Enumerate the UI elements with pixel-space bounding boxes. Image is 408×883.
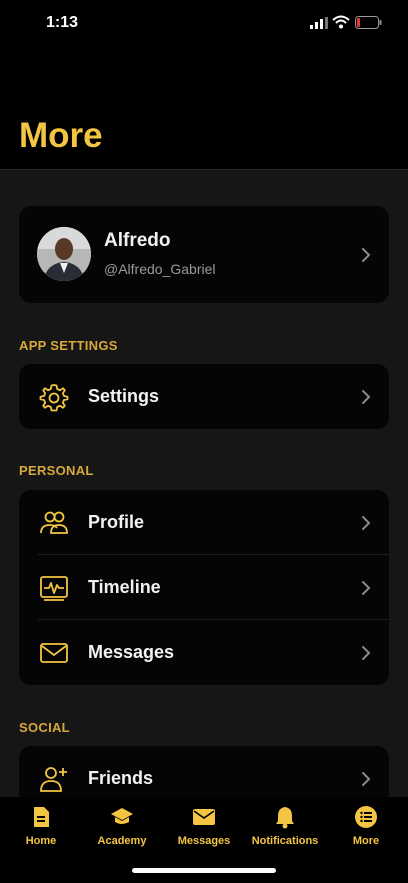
menu-item-settings[interactable]: Settings bbox=[19, 364, 389, 429]
envelope-icon bbox=[193, 809, 215, 825]
status-bar: 1:13 bbox=[0, 0, 408, 46]
tab-label: Notifications bbox=[251, 835, 319, 847]
tab-label: Messages bbox=[177, 835, 231, 847]
tab-label: More bbox=[352, 835, 380, 847]
page-title: More bbox=[19, 116, 103, 155]
chevron-right-icon bbox=[362, 772, 371, 786]
section-header-app-settings: APP SETTINGS bbox=[19, 338, 118, 353]
personal-card: Profile Timeline Messages bbox=[19, 490, 389, 685]
add-friend-icon bbox=[40, 767, 67, 792]
tab-messages[interactable]: Messages bbox=[164, 805, 244, 847]
profile-name: Alfredo bbox=[104, 230, 171, 251]
cellular-signal-icon bbox=[310, 17, 328, 29]
menu-item-profile[interactable]: Profile bbox=[19, 490, 389, 555]
tab-home[interactable]: Home bbox=[1, 805, 81, 847]
section-header-social: SOCIAL bbox=[19, 720, 70, 735]
menu-item-messages[interactable]: Messages bbox=[19, 620, 389, 685]
list-icon bbox=[355, 806, 377, 828]
menu-item-label: Friends bbox=[88, 768, 154, 788]
menu-item-label: Messages bbox=[88, 642, 175, 662]
tab-label: Home bbox=[25, 835, 57, 847]
profile-card[interactable]: Alfredo @Alfredo_Gabriel bbox=[19, 206, 389, 303]
section-header-personal: PERSONAL bbox=[19, 463, 94, 478]
chevron-right-icon bbox=[362, 581, 371, 595]
tab-more[interactable]: More bbox=[326, 805, 406, 847]
header-divider bbox=[0, 169, 408, 170]
tab-academy[interactable]: Academy bbox=[82, 805, 162, 847]
home-indicator[interactable] bbox=[132, 868, 276, 873]
profile-handle: @Alfredo_Gabriel bbox=[104, 261, 216, 277]
tab-label: Academy bbox=[97, 835, 147, 847]
battery-icon bbox=[355, 16, 382, 29]
status-time: 1:13 bbox=[46, 14, 79, 31]
chevron-right-icon bbox=[362, 390, 371, 404]
envelope-icon bbox=[40, 643, 68, 663]
graduation-cap-icon bbox=[111, 808, 133, 824]
chevron-right-icon bbox=[362, 516, 371, 530]
menu-item-label: Settings bbox=[88, 386, 160, 406]
document-icon bbox=[34, 807, 49, 827]
avatar bbox=[37, 227, 91, 281]
tab-notifications[interactable]: Notifications bbox=[245, 805, 325, 847]
menu-item-timeline[interactable]: Timeline bbox=[19, 555, 389, 620]
timeline-icon bbox=[40, 576, 68, 601]
wifi-icon bbox=[332, 15, 350, 29]
chevron-right-icon bbox=[362, 646, 371, 660]
chevron-right-icon bbox=[362, 248, 371, 262]
app-settings-card: Settings bbox=[19, 364, 389, 429]
users-icon bbox=[40, 511, 68, 534]
bell-icon bbox=[276, 807, 294, 829]
menu-item-label: Timeline bbox=[88, 577, 161, 597]
menu-item-label: Profile bbox=[88, 512, 145, 532]
gear-icon bbox=[39, 384, 69, 412]
